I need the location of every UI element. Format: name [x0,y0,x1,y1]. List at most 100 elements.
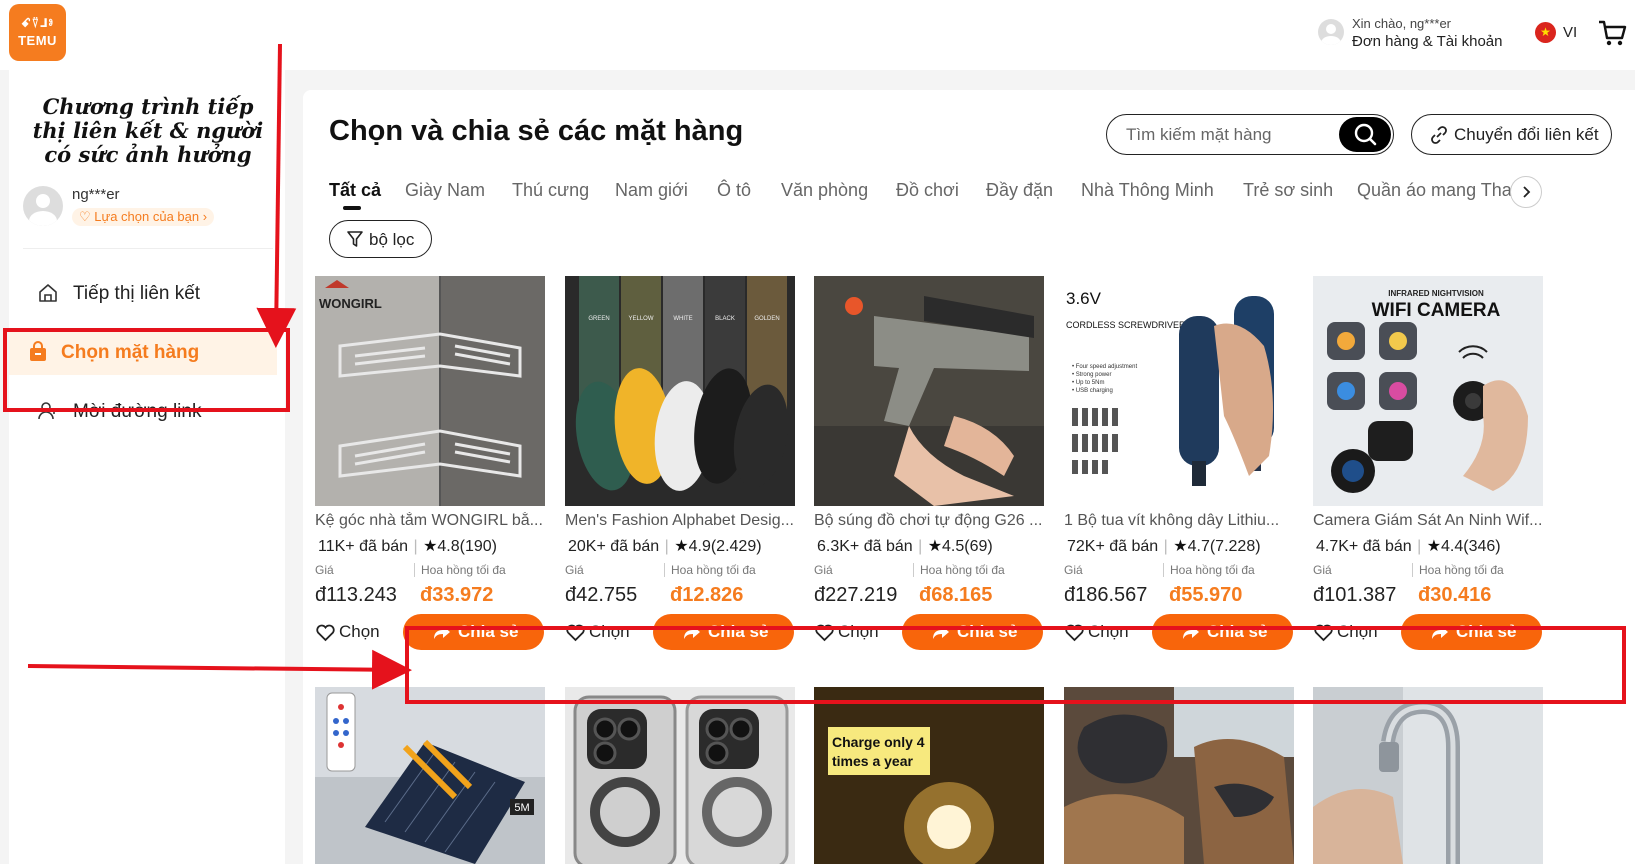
product-title[interactable]: Bộ súng đồ chơi tự động G26 ... [814,512,1044,530]
sidebar-item-label: Mời đường link [73,401,202,422]
share-label: Chia sẻ [1207,622,1268,641]
pick-label: Chọn [589,622,630,641]
product-title[interactable]: Men's Fashion Alphabet Desig... [565,512,795,530]
commission-value: đ55.970 [1169,584,1243,603]
rating: 4.7 [1187,538,1210,555]
cart-icon[interactable] [1597,18,1627,48]
sold-count: 72K+ đã bán [1067,538,1159,555]
product-title[interactable]: Camera Giám Sát An Ninh Wif... [1313,512,1543,530]
sold-count: 11K+ đã bán [318,538,409,555]
divider [23,248,273,249]
share-label: Chia sẻ [458,622,519,641]
product-image[interactable] [1313,687,1543,864]
product-card[interactable]: 3.6V CORDLESS SCREWDRIVER • Four speed a… [1064,276,1294,656]
sidebar-item-select-products[interactable]: Chọn mặt hàng [9,329,277,375]
product-image-title: WIFI CAMERA [1372,300,1501,321]
tab-smart-home[interactable]: Nhà Thông Minh [1081,180,1214,201]
product-stats: 11K+ đã bán | ★4.8(190) [318,538,498,555]
price-value: đ101.387 [1313,584,1397,603]
tab-toys[interactable]: Đồ chơi [896,180,959,201]
product-title[interactable]: 1 Bộ tua vít không dây Lithiu... [1064,512,1294,530]
product-title[interactable]: Kệ góc nhà tắm WONGIRL bằ... [315,512,545,530]
pick-label: Chọn [1337,622,1378,641]
heart-icon [1314,624,1333,642]
commission-label: Hoa hồng tối đa [414,563,506,577]
rating: 4.4 [1441,538,1464,555]
tab-plus-size[interactable]: Đầy đặn [986,180,1053,201]
search-input[interactable]: Tìm kiếm mặt hàng [1106,114,1394,155]
account-menu[interactable]: Xin chào, ng***er Đơn hàng & Tài khoản [1318,15,1538,55]
price-label: Giá [1313,563,1332,577]
commission-value: đ33.972 [420,584,494,603]
sidebar-item-label: Chọn mặt hàng [61,342,200,363]
product-card[interactable]: Bộ súng đồ chơi tự động G26 ... 6.3K+ đã… [814,276,1044,656]
product-image-subtitle: INFRARED NIGHTVISION [1388,289,1484,298]
price-label: Giá [565,563,584,577]
product-card[interactable]: GREEN YELLOW WHITE BLACK GOLDEN Men's Fa… [565,276,795,656]
share-button[interactable]: Chia sẻ [653,614,794,650]
tab-pets[interactable]: Thú cưng [512,180,589,201]
share-button[interactable]: Chia sẻ [403,614,544,650]
image-color-label: GOLDEN [754,316,779,322]
commission-label: Hoa hồng tối đa [664,563,756,577]
price-value: đ186.567 [1064,584,1148,603]
commission-value: đ30.416 [1418,584,1492,603]
your-choice-link[interactable]: ♡ Lựa chọn của bạn › [72,208,215,226]
language-code: VI [1563,24,1578,41]
product-stats: 20K+ đã bán | ★4.9(2.429) [568,538,762,555]
sidebar-item-affiliate[interactable]: Tiếp thị liên kết [23,270,277,316]
product-image[interactable] [565,687,795,864]
image-color-label: GREEN [588,316,609,322]
share-arrow-icon [1183,626,1199,639]
share-label: Chia sẻ [708,622,769,641]
commission-label: Hoa hồng tối đa [1163,563,1255,577]
tab-men[interactable]: Nam giới [615,180,688,201]
product-image[interactable]: 5M [315,687,545,864]
share-button[interactable]: Chia sẻ [1152,614,1293,650]
product-image[interactable]: Charge only 4 times a year [814,687,1044,864]
product-card[interactable]: INFRARED NIGHTVISION WIFI CAMERA Camera … [1313,276,1543,656]
product-image-brand: WONGIRL [319,296,382,311]
image-color-label: WHITE [673,316,692,322]
product-stats: 4.7K+ đã bán | ★4.4(346) [1316,538,1501,555]
tab-men-shoes[interactable]: Giày Nam [405,180,485,201]
product-image [814,276,1044,506]
orders-account-link[interactable]: Đơn hàng & Tài khoản [1352,33,1503,50]
filter-icon [347,231,363,247]
share-button[interactable]: Chia sẻ [1401,614,1542,650]
your-choice-label: Lựa chọn của bạn › [94,209,208,224]
image-bullet: • Strong power [1072,372,1111,378]
price-value: đ42.755 [565,584,638,603]
rating: 4.8 [437,538,460,555]
image-caption-line1: Charge only 4 [832,734,925,750]
search-button[interactable] [1339,117,1391,152]
tab-office[interactable]: Văn phòng [781,180,868,201]
product-image-voltage: 3.6V [1066,289,1102,308]
image-bullet: • Four speed adjustment [1072,364,1137,370]
link-icon [1431,126,1447,144]
chevron-right-icon [1523,186,1531,198]
product-image[interactable] [1064,687,1294,864]
commission-label: Hoa hồng tối đa [913,563,1005,577]
main-content: Chọn và chia sẻ các mặt hàng Tìm kiếm mặ… [303,90,1635,864]
share-button[interactable]: Chia sẻ [902,614,1043,650]
convert-link-button[interactable]: Chuyển đổi liên kết [1411,114,1612,155]
product-card[interactable]: WONGIRL Kệ góc nhà tắm WONGIRL bằ... 11K… [315,276,545,656]
temu-logo[interactable]: ꗃ⍢⅃ⱁ TEMU [9,4,66,61]
tab-baby[interactable]: Trẻ sơ sinh [1243,180,1333,201]
sidebar-item-invite-link[interactable]: Mời đường link [23,388,277,434]
image-bullet: • Up to 5Nm [1072,380,1104,386]
tab-all[interactable]: Tất cả [329,180,381,201]
tab-auto[interactable]: Ô tô [717,180,751,201]
star-icon: ★ [674,538,689,555]
price-label: Giá [814,563,833,577]
tab-maternity[interactable]: Quần áo mang Thai [1357,180,1516,201]
price-label: Giá [1064,563,1083,577]
product-stats: 6.3K+ đã bán | ★4.5(69) [817,538,993,555]
category-tabs: Tất cả Giày Nam Thú cưng Nam giới Ô tô V… [329,180,1629,216]
user-plus-icon [38,402,57,420]
tabs-next-button[interactable] [1510,176,1542,208]
heart-icon [316,624,335,642]
filter-button[interactable]: bộ lọc [329,220,432,258]
program-title: Chương trình tiếp thị liên kết & người c… [32,94,264,167]
